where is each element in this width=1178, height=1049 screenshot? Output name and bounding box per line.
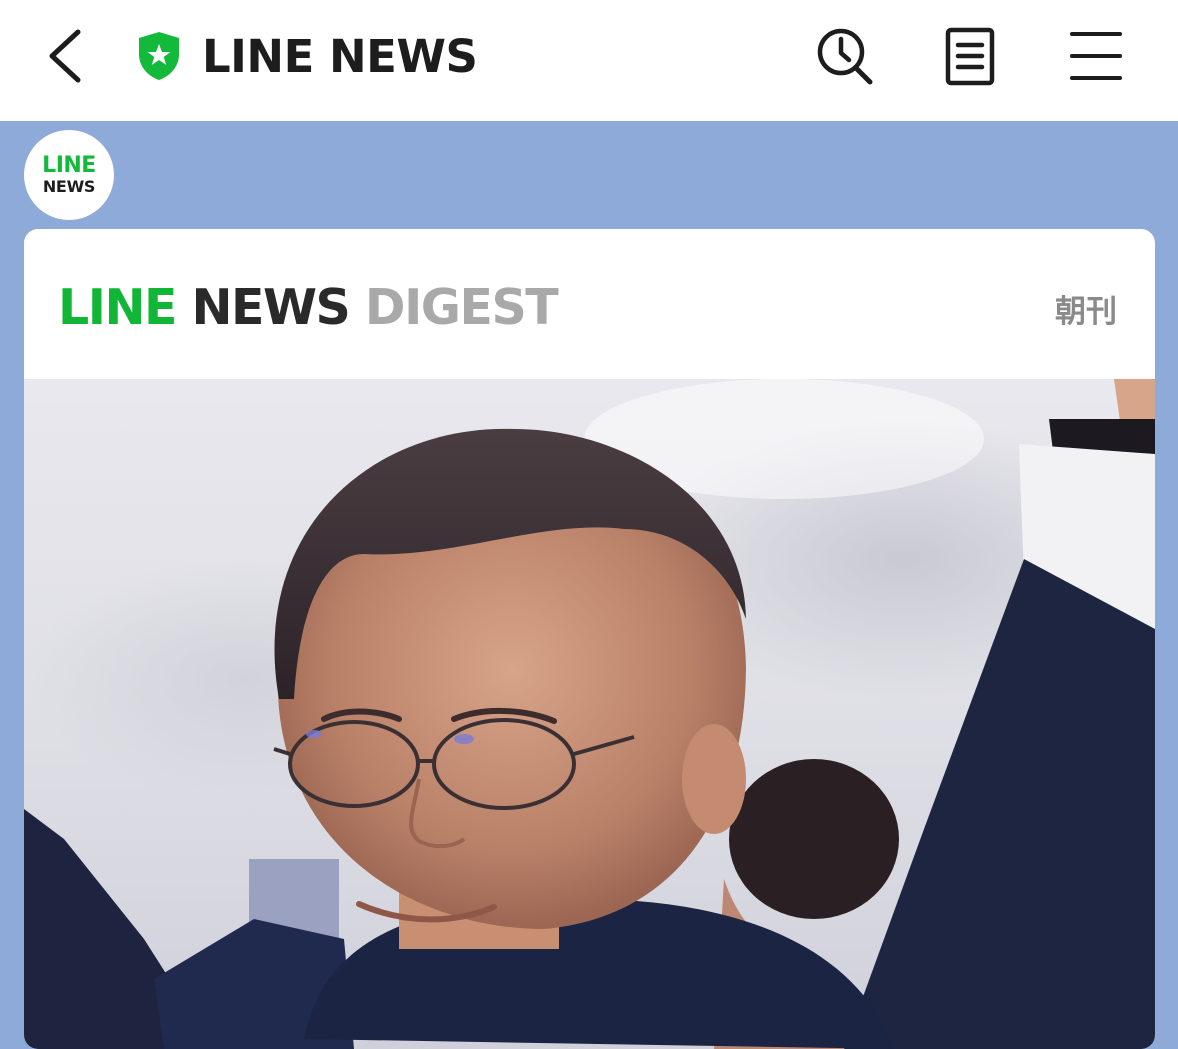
hamburger-menu-icon <box>1070 32 1122 80</box>
avatar-news-text: NEWS <box>42 177 96 196</box>
app-title: LINE NEWS <box>202 29 478 83</box>
menu-button[interactable] <box>1062 22 1128 90</box>
back-button[interactable] <box>38 24 98 88</box>
digest-logo-line: LINE <box>58 279 177 336</box>
avatar-line-text: LINE <box>42 153 96 178</box>
document-button[interactable] <box>938 22 1004 90</box>
digest-logo: LINE NEWS DIGEST <box>58 279 559 336</box>
shield-star-icon <box>139 32 179 80</box>
digest-logo-news: NEWS <box>191 279 351 336</box>
app-header: LINE NEWS <box>0 0 1178 121</box>
digest-card[interactable]: LINE NEWS DIGEST 朝刊 <box>24 229 1155 1049</box>
digest-logo-digest: DIGEST <box>364 279 559 336</box>
history-search-button[interactable] <box>812 22 878 90</box>
edition-label: 朝刊 <box>1055 294 1117 330</box>
document-icon <box>945 27 995 86</box>
digest-card-header: LINE NEWS DIGEST 朝刊 <box>24 229 1155 379</box>
account-avatar[interactable]: LINE NEWS <box>24 130 114 220</box>
history-search-icon <box>817 28 873 85</box>
chevron-left-icon <box>49 29 81 83</box>
brand: LINE NEWS <box>136 28 478 84</box>
headline-photo[interactable] <box>24 379 1155 1049</box>
